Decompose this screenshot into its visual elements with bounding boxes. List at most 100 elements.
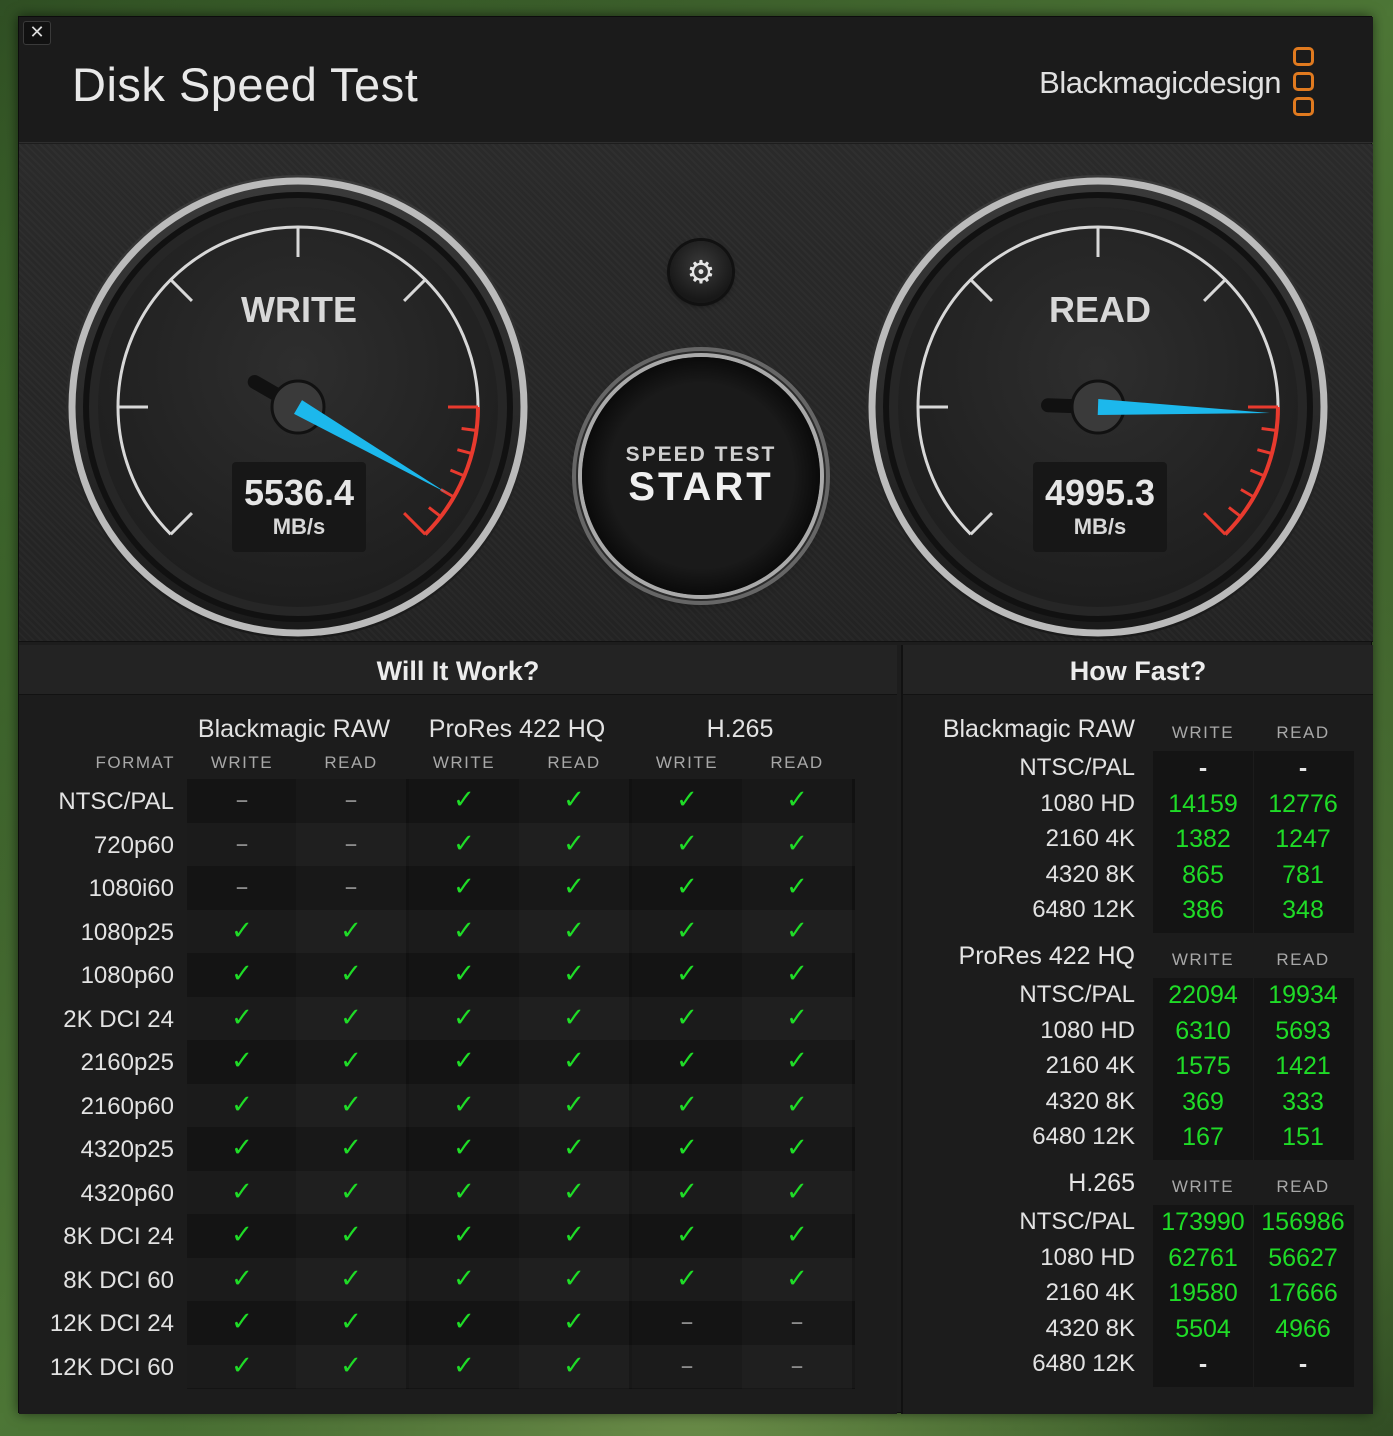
how-fast-read-header: READ (1276, 950, 1330, 969)
read-fps-value: - (1298, 754, 1308, 782)
dash-icon: – (790, 1307, 804, 1337)
dash-icon: – (344, 872, 358, 902)
check-icon: ✓ (453, 1350, 475, 1381)
write-fps-value: 167 (1182, 1123, 1224, 1151)
app-title: Disk Speed Test (72, 58, 419, 111)
write-fps-value: 14159 (1168, 789, 1238, 818)
check-icon: ✓ (786, 1220, 808, 1250)
write-column-header: WRITE (210, 753, 274, 772)
codec-header: ProRes 422 HQ (428, 715, 606, 743)
check-icon: ✓ (563, 959, 585, 989)
write-gauge-minor-tick (461, 427, 477, 432)
how-fast-panel: How Fast? Blackmagic RAW WRITE READ NTSC/PA… (901, 645, 1373, 1414)
brand-logo-icon (1293, 47, 1317, 121)
check-icon: ✓ (563, 1089, 585, 1120)
check-icon: ✓ (676, 1176, 698, 1207)
read-gauge-minor-tick (1261, 427, 1277, 432)
start-button[interactable]: SPEED TEST START (582, 357, 820, 595)
how-fast-read-header: READ (1276, 723, 1330, 742)
how-fast-format-label: 4320 8K (1045, 1314, 1135, 1342)
write-fps-value: 173990 (1161, 1208, 1245, 1236)
write-fps-value: 386 (1182, 896, 1224, 924)
how-fast-format-label: 1080 HD (1040, 789, 1135, 817)
check-icon: ✓ (340, 915, 362, 946)
dash-icon: – (344, 828, 358, 859)
will-it-work-title: Will It Work? (376, 656, 540, 686)
read-fps-value: 781 (1282, 860, 1324, 889)
check-icon: ✓ (340, 1176, 362, 1207)
check-icon: ✓ (231, 1176, 253, 1207)
check-icon: ✓ (453, 785, 475, 815)
check-icon: ✓ (340, 1002, 362, 1033)
check-icon: ✓ (676, 1263, 698, 1294)
check-icon: ✓ (786, 915, 808, 946)
check-icon: ✓ (786, 959, 808, 989)
format-row-label: 2K DCI 24 (63, 1005, 174, 1033)
format-row-label: 4320p60 (80, 1179, 174, 1207)
dash-icon: – (235, 785, 249, 815)
check-icon: ✓ (231, 1089, 253, 1120)
gauge-area: WRITE 5536.4 MB/s READ 4995.3 MB/s ⚙ SPE… (19, 144, 1373, 642)
check-icon: ✓ (786, 785, 808, 815)
check-icon: ✓ (676, 959, 698, 989)
format-row-label: 12K DCI 24 (49, 1310, 174, 1337)
read-column-header: READ (547, 753, 601, 772)
read-fps-value: 5693 (1275, 1016, 1331, 1045)
dash-icon: – (344, 785, 358, 815)
read-fps-value: - (1298, 1350, 1308, 1378)
write-gauge-label: WRITE (241, 289, 357, 330)
write-readout: 5536.4 MB/s (232, 462, 366, 552)
check-icon: ✓ (231, 1307, 253, 1337)
how-fast-format-label: 6480 12K (1032, 896, 1135, 923)
check-icon: ✓ (676, 1220, 698, 1250)
how-fast-format-label: 6480 12K (1032, 1123, 1135, 1150)
write-fps-value: 865 (1182, 860, 1224, 889)
check-icon: ✓ (676, 872, 698, 902)
check-icon: ✓ (453, 1089, 475, 1120)
check-icon: ✓ (563, 1046, 585, 1076)
check-icon: ✓ (231, 1350, 253, 1381)
check-icon: ✓ (786, 1089, 808, 1120)
check-icon: ✓ (676, 1002, 698, 1033)
check-icon: ✓ (786, 828, 808, 859)
how-fast-format-label: NTSC/PAL (1019, 754, 1135, 781)
check-icon: ✓ (563, 1307, 585, 1337)
write-column-header: WRITE (432, 753, 496, 772)
read-fps-value: 348 (1282, 896, 1324, 924)
read-speed-unit: MB/s (1073, 514, 1127, 539)
write-fps-value: 62761 (1168, 1243, 1238, 1272)
settings-button[interactable]: ⚙ (670, 241, 732, 303)
format-row-label: 8K DCI 60 (63, 1266, 174, 1294)
close-button[interactable]: ✕ (23, 21, 51, 45)
dash-icon: – (235, 828, 249, 859)
dash-icon: – (680, 1350, 694, 1381)
how-fast-format-label: 4320 8K (1045, 860, 1135, 888)
check-icon: ✓ (453, 959, 475, 989)
check-icon: ✓ (340, 1263, 362, 1294)
check-icon: ✓ (231, 1220, 253, 1250)
check-icon: ✓ (231, 1133, 253, 1163)
disk-speed-test-window: ✕ Disk Speed Test Blackmagicdesign WRITE… (18, 16, 1373, 1414)
check-icon: ✓ (453, 1220, 475, 1250)
check-icon: ✓ (563, 1350, 585, 1381)
write-fps-value: 1575 (1175, 1052, 1231, 1080)
read-fps-value: 56627 (1268, 1243, 1338, 1272)
check-icon: ✓ (340, 1089, 362, 1120)
check-icon: ✓ (563, 785, 585, 815)
check-icon: ✓ (453, 915, 475, 946)
format-row-label: 720p60 (93, 831, 174, 859)
codec-header: Blackmagic RAW (197, 715, 391, 743)
header: ✕ Disk Speed Test Blackmagicdesign (19, 17, 1373, 143)
write-fps-value: - (1198, 754, 1208, 782)
how-fast-format-label: NTSC/PAL (1019, 1208, 1135, 1235)
how-fast-write-header: WRITE (1171, 950, 1235, 969)
write-fps-value: 19580 (1168, 1279, 1238, 1307)
check-icon: ✓ (453, 1133, 475, 1163)
check-icon: ✓ (563, 1133, 585, 1163)
check-icon: ✓ (563, 1263, 585, 1294)
how-fast-format-label: 1080 HD (1040, 1243, 1135, 1271)
format-column-header: FORMAT (95, 753, 175, 772)
format-row-label: 1080p60 (80, 962, 174, 989)
check-icon: ✓ (453, 1002, 475, 1033)
read-fps-value: 333 (1282, 1087, 1324, 1116)
